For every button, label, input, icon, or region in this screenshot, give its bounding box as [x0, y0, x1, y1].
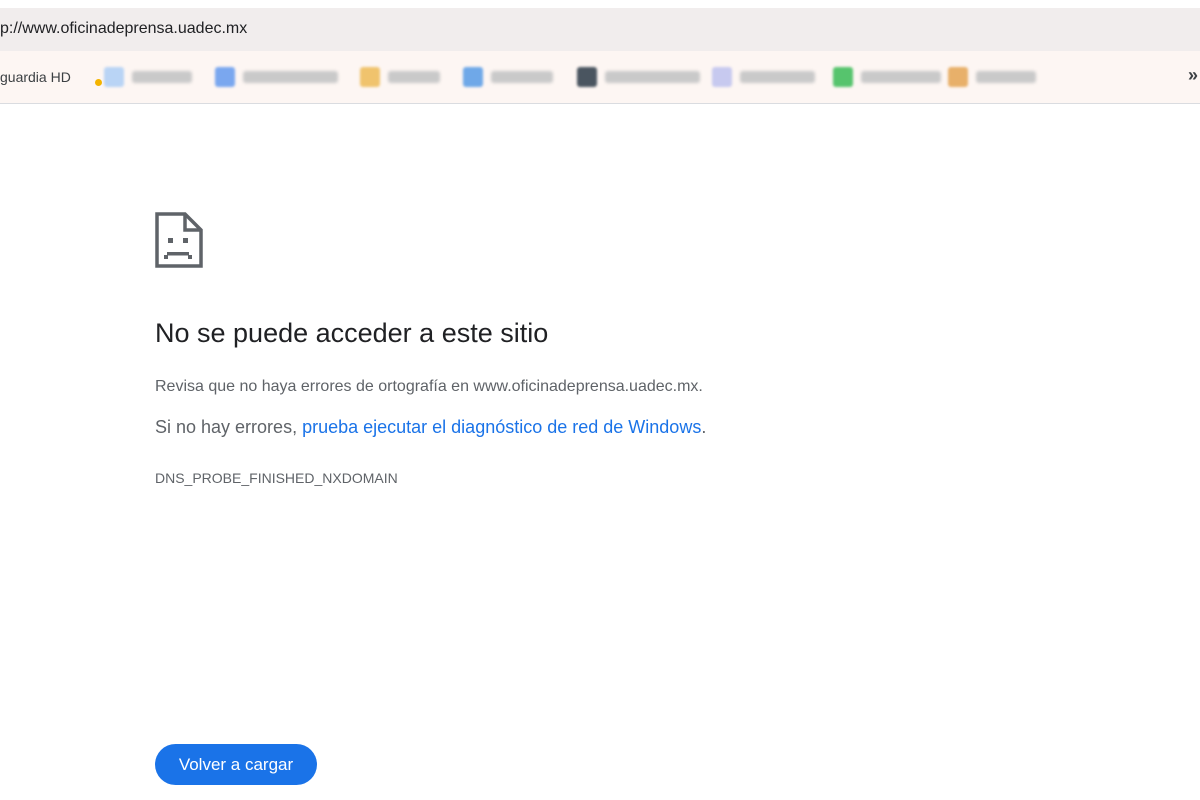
- bookmark-item[interactable]: [833, 67, 941, 87]
- error-code: DNS_PROBE_FINISHED_NXDOMAIN: [155, 470, 398, 486]
- blurred-favicon-icon: [577, 67, 597, 87]
- blurred-favicon-icon: [833, 67, 853, 87]
- blurred-favicon-icon: [104, 67, 124, 87]
- bookmark-favicon: [95, 79, 102, 86]
- blurred-bookmark-label: [861, 71, 941, 83]
- error-suggestion: Revisa que no haya errores de ortografía…: [155, 378, 703, 395]
- bookmarks-overflow-icon[interactable]: »: [1188, 65, 1198, 86]
- blurred-bookmark-label: [740, 71, 815, 83]
- diagnostic-prefix: Si no hay errores,: [155, 417, 303, 437]
- bookmark-item[interactable]: guardia HD: [0, 68, 71, 86]
- blurred-bookmark-label: [243, 71, 338, 83]
- blurred-bookmark-label: [491, 71, 553, 83]
- bookmark-item[interactable]: [360, 67, 440, 87]
- sad-page-icon: [155, 212, 203, 268]
- blurred-favicon-icon: [712, 67, 732, 87]
- bookmark-item[interactable]: [948, 67, 1036, 87]
- address-bar[interactable]: p://www.oficinadeprensa.uadec.mx: [0, 8, 1200, 51]
- browser-chrome: p://www.oficinadeprensa.uadec.mx guardia…: [0, 0, 1200, 104]
- reload-button[interactable]: Volver a cargar: [155, 744, 317, 785]
- bookmark-item[interactable]: [712, 67, 815, 87]
- blurred-bookmark-label: [976, 71, 1036, 83]
- bookmark-item[interactable]: [104, 67, 192, 87]
- bookmark-item[interactable]: [577, 67, 700, 87]
- error-title: No se puede acceder a este sitio: [155, 318, 549, 348]
- diagnostic-suffix: .: [701, 417, 707, 437]
- blurred-favicon-icon: [463, 67, 483, 87]
- blurred-favicon-icon: [215, 67, 235, 87]
- blurred-bookmark-label: [605, 71, 700, 83]
- network-diagnostics-link[interactable]: prueba ejecutar el diagnóstico de red de…: [302, 417, 701, 437]
- blurred-bookmark-label: [388, 71, 440, 83]
- bookmark-label: guardia HD: [0, 69, 71, 85]
- url-text[interactable]: p://www.oficinadeprensa.uadec.mx: [0, 20, 247, 38]
- bookmark-item[interactable]: [215, 67, 338, 87]
- blurred-bookmark-label: [132, 71, 192, 83]
- bookmark-item[interactable]: [463, 67, 553, 87]
- blurred-favicon-icon: [360, 67, 380, 87]
- error-diagnostic-line: Si no hay errores, prueba ejecutar el di…: [155, 417, 706, 438]
- bookmarks-bar: guardia HD: [0, 51, 1200, 103]
- blurred-favicon-icon: [948, 67, 968, 87]
